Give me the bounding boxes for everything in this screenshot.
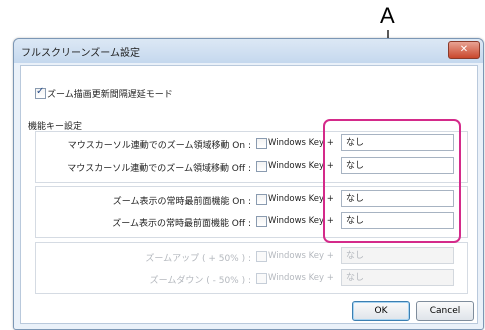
row-label-zoom-up: ズームアップ ( + 50% ) : — [145, 254, 251, 264]
delay-mode-checkbox[interactable] — [35, 86, 46, 99]
row-label-mouse-follow-off: マウスカーソル連動でのズーム領域移動 Off : — [67, 164, 251, 174]
winkey-label: Windows Key + — [268, 273, 334, 283]
close-icon: ✕ — [459, 44, 469, 55]
window-title: フルスクリーンズーム設定 — [21, 48, 140, 59]
row-label-zoom-down: ズームダウン ( - 50% ) : — [149, 276, 251, 286]
ok-button[interactable]: OK — [352, 301, 410, 321]
close-button[interactable]: ✕ — [448, 41, 480, 59]
winkey-label: Windows Key + — [268, 251, 334, 261]
winkey-checkbox-mouse-follow-on[interactable] — [256, 138, 267, 149]
winkey-checkbox-always-on-top-on[interactable] — [256, 194, 267, 205]
winkey-checkbox-zoom-up[interactable] — [256, 251, 267, 262]
callout-highlight-frame — [323, 119, 461, 243]
winkey-checkbox-always-on-top-off[interactable] — [256, 216, 267, 227]
title-bar: フルスクリーンズーム設定 ✕ — [14, 39, 483, 63]
winkey-checkbox-mouse-follow-off[interactable] — [256, 161, 267, 172]
winkey-checkbox-zoom-down[interactable] — [256, 273, 267, 284]
key-field-zoom-down[interactable]: なし — [341, 269, 454, 286]
row-label-always-on-top-off: ズーム表示の常時最前面機能 Off : — [112, 219, 251, 229]
row-label-mouse-follow-on: マウスカーソル連動でのズーム領域移動 On : — [67, 141, 251, 151]
row-label-always-on-top-on: ズーム表示の常時最前面機能 On : — [112, 197, 251, 207]
cancel-button[interactable]: Cancel — [416, 301, 474, 321]
key-field-zoom-up[interactable]: なし — [341, 247, 454, 264]
delay-mode-label: ズーム描画更新間隔遅延モード — [47, 90, 173, 100]
